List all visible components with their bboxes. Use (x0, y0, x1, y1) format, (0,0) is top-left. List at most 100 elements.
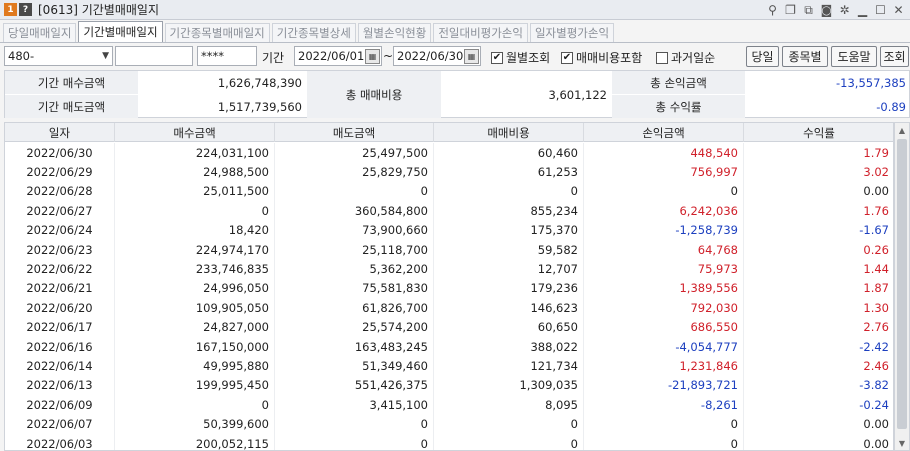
cell-sell-amount: 0 (275, 414, 434, 434)
cell-profit-loss: -4,054,777 (584, 336, 744, 357)
cell-profit-loss: -1,258,739 (584, 220, 744, 240)
include-fee-checkbox[interactable]: ✔ 매매비용포함 (561, 49, 642, 66)
today-button[interactable]: 당일 (746, 46, 779, 67)
header-date[interactable]: 일자 (5, 123, 115, 142)
tab-monthly-pl[interactable]: 월별손익현황 (357, 23, 432, 42)
account-select[interactable]: 480- ▼ (4, 46, 113, 66)
cell-return-rate: -2.42 (744, 337, 893, 356)
tab-daily-journal[interactable]: 당일매매일지 (3, 23, 77, 42)
scroll-up-icon[interactable]: ▲ (895, 123, 909, 137)
period-buy-value: 1,626,748,390 (217, 75, 302, 90)
cell-profit-loss: 756,997 (584, 162, 744, 182)
cell-date: 2022/06/07 (5, 414, 115, 434)
table-row[interactable]: 2022/06/14 49,995,880 51,349,460 121,734 1,2… (5, 356, 893, 376)
period-sell-label: 기간 매도금액 (5, 95, 138, 118)
table-row[interactable]: 2022/06/29 24,988,500 25,829,750 61,253 756,… (5, 162, 893, 182)
monthly-query-checkbox[interactable]: ✔ 월별조회 (491, 49, 550, 66)
table-row[interactable]: 2022/06/28 25,011,500 0 0 0 0.00 (5, 181, 893, 202)
calendar-icon[interactable]: ▦ (464, 48, 479, 64)
checkmark-icon[interactable]: ✔ (491, 51, 503, 64)
maximize-icon[interactable]: ☐ (873, 2, 888, 17)
cell-date: 2022/06/29 (5, 162, 115, 182)
table-row[interactable]: 2022/06/27 0 360,584,800 855,234 6,242,036 1.… (5, 201, 893, 221)
window-number-badge[interactable]: 1 (4, 3, 17, 16)
minimize-icon[interactable]: ▁ (855, 2, 870, 17)
chevron-down-icon[interactable]: ▼ (102, 51, 109, 61)
start-date-input[interactable]: 2022/06/01 ▦ (294, 46, 382, 66)
period-label: 기간 (262, 51, 285, 65)
total-rate-label: 총 수익률 (612, 95, 745, 118)
cell-return-rate: 1.87 (744, 279, 893, 298)
pin-icon[interactable]: ⚲ (765, 2, 780, 17)
header-trade-cost[interactable]: 매매비용 (434, 123, 584, 142)
tab-period-journal[interactable]: 기간별매매일지 (78, 21, 163, 42)
title-toolbar: ⚲ ❐ ⧉ ◙ ✲ ▁ ☐ ✕ (765, 2, 906, 17)
cell-return-rate: 2.76 (744, 318, 893, 337)
cell-trade-cost: 60,460 (434, 143, 584, 163)
table-row[interactable]: 2022/06/23 224,974,170 25,118,700 59,582 64,… (5, 239, 893, 260)
vertical-scrollbar[interactable]: ▲ ▼ (894, 122, 910, 451)
cell-return-rate: 1.76 (744, 201, 893, 220)
scroll-down-icon[interactable]: ▼ (895, 436, 909, 450)
cell-return-rate: -3.82 (744, 376, 893, 395)
cell-profit-loss: -8,261 (584, 395, 744, 415)
table-row[interactable]: 2022/06/13 199,995,450 551,426,375 1,309,03… (5, 375, 893, 396)
help-badge[interactable]: ? (19, 3, 32, 16)
cell-sell-amount: 360,584,800 (275, 201, 434, 221)
new-window-icon[interactable]: ⧉ (801, 2, 816, 17)
tab-prev-day-eval[interactable]: 전일대비평가손익 (433, 23, 528, 42)
password-field[interactable]: **** (197, 46, 257, 66)
query-controls: 480- ▼ **** 기간 2022/06/01 ▦ ~ 2022/06/30… (0, 44, 910, 68)
cell-sell-amount: 5,362,200 (275, 259, 434, 279)
gear-icon[interactable]: ✲ (837, 2, 852, 17)
cell-date: 2022/06/17 (5, 317, 115, 337)
header-profit-loss[interactable]: 손익금액 (584, 123, 744, 142)
tab-daily-eval[interactable]: 일자별평가손익 (529, 23, 615, 42)
table-row[interactable]: 2022/06/20 109,905,050 61,826,700 146,623 79… (5, 298, 893, 318)
cell-return-rate: 3.02 (744, 162, 893, 181)
table-row[interactable]: 2022/06/17 24,827,000 25,574,200 60,650 686,… (5, 317, 893, 337)
cell-profit-loss: 6,242,036 (584, 201, 744, 221)
header-buy-amount[interactable]: 매수금액 (115, 123, 275, 142)
table-row[interactable]: 2022/06/09 0 3,415,100 8,095 -8,261 -0.24 (5, 395, 893, 415)
close-icon[interactable]: ✕ (891, 2, 906, 17)
cell-profit-loss: 1,389,556 (584, 278, 744, 299)
cell-sell-amount: 51,349,460 (275, 356, 434, 376)
past-date-order-checkbox[interactable]: 과거일순 (656, 49, 715, 66)
table-row[interactable]: 2022/06/24 18,420 73,900,660 175,370 -1,258,… (5, 220, 893, 240)
table-row[interactable]: 2022/06/07 50,399,600 0 0 0 0.00 (5, 414, 893, 434)
by-stock-button[interactable]: 종목별 (782, 46, 828, 67)
cell-sell-amount: 25,497,500 (275, 143, 434, 163)
cell-date: 2022/06/20 (5, 298, 115, 318)
monthly-query-label: 월별조회 (506, 51, 551, 65)
calendar-icon[interactable]: ▦ (365, 48, 380, 64)
cell-profit-loss: 448,540 (584, 143, 744, 163)
cell-return-rate: 0.26 (744, 240, 893, 259)
cell-buy-amount: 50,399,600 (115, 414, 275, 434)
cell-buy-amount: 109,905,050 (115, 298, 275, 318)
checkbox-empty-icon[interactable] (656, 51, 668, 64)
table-row[interactable]: 2022/06/03 200,052,115 0 0 0 0.00 (5, 433, 893, 450)
cell-sell-amount: 61,826,700 (275, 298, 434, 318)
header-return-rate[interactable]: 수익률 (744, 123, 893, 142)
table-row[interactable]: 2022/06/30 224,031,100 25,497,500 60,460 448… (5, 143, 893, 163)
copy-icon[interactable]: ❐ (783, 2, 798, 17)
cell-profit-loss: 0 (584, 414, 744, 434)
end-date-input[interactable]: 2022/06/30 ▦ (393, 46, 481, 66)
camera-icon[interactable]: ◙ (819, 2, 834, 17)
scroll-thumb[interactable] (897, 139, 907, 429)
cell-sell-amount: 25,829,750 (275, 162, 434, 182)
help-button[interactable]: 도움말 (831, 46, 877, 67)
total-rate-value: -0.89 (876, 99, 906, 114)
cell-date: 2022/06/22 (5, 259, 115, 279)
header-sell-amount[interactable]: 매도금액 (275, 123, 434, 142)
cell-buy-amount: 24,827,000 (115, 317, 275, 337)
tab-period-stock-detail[interactable]: 기간종목별상세 (271, 23, 356, 42)
query-button[interactable]: 조회 (880, 46, 909, 67)
cell-date: 2022/06/28 (5, 181, 115, 202)
table-row[interactable]: 2022/06/16 167,150,000 163,483,245 388,022-… (5, 336, 893, 357)
checkmark-icon[interactable]: ✔ (561, 51, 573, 64)
tab-period-stock-journal[interactable]: 기간종목별매매일지 (164, 23, 270, 42)
table-row[interactable]: 2022/06/21 24,996,050 75,581,830 179,236 1,3… (5, 278, 893, 299)
table-row[interactable]: 2022/06/22 233,746,835 5,362,200 12,707 75,9… (5, 259, 893, 279)
